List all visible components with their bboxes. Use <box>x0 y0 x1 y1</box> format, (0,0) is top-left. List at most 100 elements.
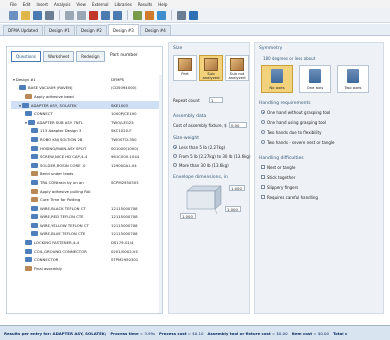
tab-document-5[interactable]: Design #4 <box>139 25 171 35</box>
copy-icon[interactable] <box>77 10 86 20</box>
menu-item-results[interactable]: Results <box>138 2 152 7</box>
difficulty-checkbox[interactable] <box>261 185 265 189</box>
tree-row[interactable]: Apply adhesive pulling RAI <box>11 187 159 196</box>
report-icon[interactable] <box>133 10 142 20</box>
tree-row[interactable]: CONNECT 1000P/CE100 <box>11 109 159 118</box>
peg-icon <box>347 69 359 83</box>
tree-item-name: ROBO KNJ SOLTION 2B <box>40 136 83 142</box>
print-icon[interactable] <box>45 10 54 20</box>
open-icon[interactable] <box>21 10 30 20</box>
document-tabs: DFMA Updated Design #1 Design #2 Design #3 D… <box>0 24 390 36</box>
tree-item-name: WIRE,YELLOW TEFLON CT <box>40 222 89 228</box>
tree-row[interactable]: ▾ ADAPTER ASY, SOLATEK SKE1003 <box>11 100 159 110</box>
cube-icon <box>230 58 244 71</box>
tree-row[interactable]: Apply adhesive bead <box>11 92 159 101</box>
menu-item-external[interactable]: External <box>92 2 109 7</box>
dim-length-field[interactable]: 1.000 <box>180 213 196 219</box>
handling-radio[interactable] <box>261 140 265 144</box>
size-group-label: Size <box>173 46 183 51</box>
tab-document-3[interactable]: Design #2 <box>75 25 107 35</box>
handling-radio[interactable] <box>261 120 265 124</box>
fixture-cost-field[interactable]: 0.00 <box>229 122 247 128</box>
tree-row[interactable]: 113 Adapter Design 3 SKC1020-F <box>11 127 159 136</box>
save-icon[interactable] <box>33 10 42 20</box>
tree-row[interactable]: COIL,GROUND CONNECTOR 0201/0002-V4 <box>11 247 159 256</box>
dim-height-field[interactable]: 1.000 <box>229 185 245 191</box>
parts-tree: ▾ Design #1 DFMPS BASE VACUUM (RAVEN) (CD509… <box>11 75 159 273</box>
handling-difficulties-header: Handling difficulties <box>259 156 304 161</box>
tree-row[interactable]: SCREW,NICE HD CAP,4-4 961C000-1044 <box>11 152 159 161</box>
expand-toggle-icon[interactable]: ▾ <box>25 120 27 125</box>
tree-row[interactable]: ▾ Design #1 DFMPS <box>11 75 159 84</box>
tree-row[interactable]: LOCKING FASTENER,4-4 DS179-01/4 <box>11 238 159 247</box>
menu-item-edit[interactable]: Edit <box>23 2 31 7</box>
tree-row[interactable]: SOLDER,ROSIN CORE .0 129000A1-04 <box>11 161 159 170</box>
tab-document-1[interactable]: DFMA Updated <box>3 25 43 35</box>
tree-row[interactable]: WIRE,YELLOW TEFLON CT 12115000708 <box>11 221 159 230</box>
difficulty-checkbox[interactable] <box>261 165 265 169</box>
difficulty-checkbox[interactable] <box>261 175 265 179</box>
menu-item-analysis[interactable]: Analysis <box>54 2 70 7</box>
help-icon[interactable] <box>189 10 198 20</box>
toolbar <box>0 8 390 23</box>
symmetry-one-axis-button[interactable]: One axis <box>299 65 331 93</box>
tree-row[interactable]: WIRE,BLACK TEFLON CT 12115000708 <box>11 204 159 213</box>
handling-radio[interactable] <box>261 110 265 114</box>
new-icon[interactable] <box>9 10 18 20</box>
tab-questions[interactable]: Questions <box>11 51 41 62</box>
tree-row[interactable]: CONNECTOR STPM2950301 <box>11 255 159 264</box>
menu-item-libraries[interactable]: Libraries <box>115 2 132 7</box>
properties-panel: Size Part Sub analyzed Sub not analyzed Re… <box>168 42 251 314</box>
size-weight-radio[interactable] <box>173 154 177 158</box>
tree-item-name: Final assembly <box>34 265 62 271</box>
difficulty-checkbox[interactable] <box>261 195 265 199</box>
tree-row[interactable]: WIRE,RED TEFLON CTE 12115000708 <box>11 213 159 222</box>
tree-row[interactable]: WIRE,BLUE TEFLON CTE 12115000708 <box>11 230 159 239</box>
tree-item-part-number: DS179-01/4 <box>111 240 134 246</box>
operation-icon <box>31 171 38 177</box>
tab-redesign[interactable]: Redesign <box>76 51 105 62</box>
menu-item-file[interactable]: File <box>10 2 17 7</box>
tab-document-4[interactable]: Design #3 <box>107 24 139 35</box>
cut-icon[interactable] <box>65 10 74 20</box>
menu-item-view[interactable]: View <box>76 2 86 7</box>
tree-item-name: CONNECT <box>34 111 53 117</box>
tree-row[interactable]: ROBO KNJ SOLTION 2B TWOSTCL350 <box>11 135 159 144</box>
tree-row[interactable]: ▾ ADAPTER SUB ASY 7NTL TWO/LEG25 <box>11 118 159 127</box>
item-type-part-button[interactable]: Part <box>173 55 197 81</box>
item-type-label: Sub analyzed <box>202 71 220 80</box>
status-item-value: $0.10 <box>192 330 204 336</box>
tree-row[interactable]: HOSING/MAIN.ASY SPLIT 001000(1000) <box>11 144 159 153</box>
menu-item-help[interactable]: Help <box>158 2 167 7</box>
chart-icon[interactable] <box>145 10 154 20</box>
delete-icon[interactable] <box>89 10 98 20</box>
tree-row[interactable]: TRA CONtrain by on an SCPM2950303 <box>11 178 159 187</box>
tab-worksheet[interactable]: Worksheet <box>42 51 75 62</box>
expand-toggle-icon[interactable]: ▾ <box>13 77 15 82</box>
size-weight-radio[interactable] <box>173 145 177 149</box>
item-type-sub-not-analyzed-button[interactable]: Sub not analyzed <box>225 55 249 81</box>
item-type-sub-analyzed-button[interactable]: Sub analyzed <box>199 55 223 81</box>
expand-toggle-icon[interactable]: ▾ <box>19 103 21 108</box>
tree-row[interactable]: Cure Time for Potting <box>11 195 159 204</box>
tree-item-part-number: 12115000708 <box>111 214 138 220</box>
tree-row[interactable]: Bend under leads <box>11 170 159 179</box>
tree-row[interactable]: BASE VACUUM (RAVEN) (CD5094000) <box>11 84 159 93</box>
tree-row[interactable]: Final assembly <box>11 264 159 273</box>
tab-document-2[interactable]: Design #1 <box>43 25 75 35</box>
difficulty-option-label: Stick together <box>267 175 296 180</box>
handling-radio[interactable] <box>261 130 265 134</box>
size-weight-radio[interactable] <box>173 163 177 167</box>
dim-width-field[interactable]: 1.000 <box>225 206 241 212</box>
symmetry-no-axes-button[interactable]: No axes <box>261 65 293 93</box>
menu-item-insert[interactable]: Insert <box>36 2 47 7</box>
chart2-icon[interactable] <box>157 10 166 20</box>
symmetry-two-axes-button[interactable]: Two axes <box>337 65 369 93</box>
tree-scrollbar[interactable] <box>159 75 162 313</box>
undo-icon[interactable] <box>101 10 110 20</box>
redo-icon[interactable] <box>113 10 122 20</box>
repeat-count-field[interactable]: 1 <box>209 97 223 103</box>
settings-icon[interactable] <box>177 10 186 20</box>
tree-item-name: TRA CONtrain by on an <box>40 179 84 185</box>
tree-item-name: Design #1 <box>15 76 36 82</box>
